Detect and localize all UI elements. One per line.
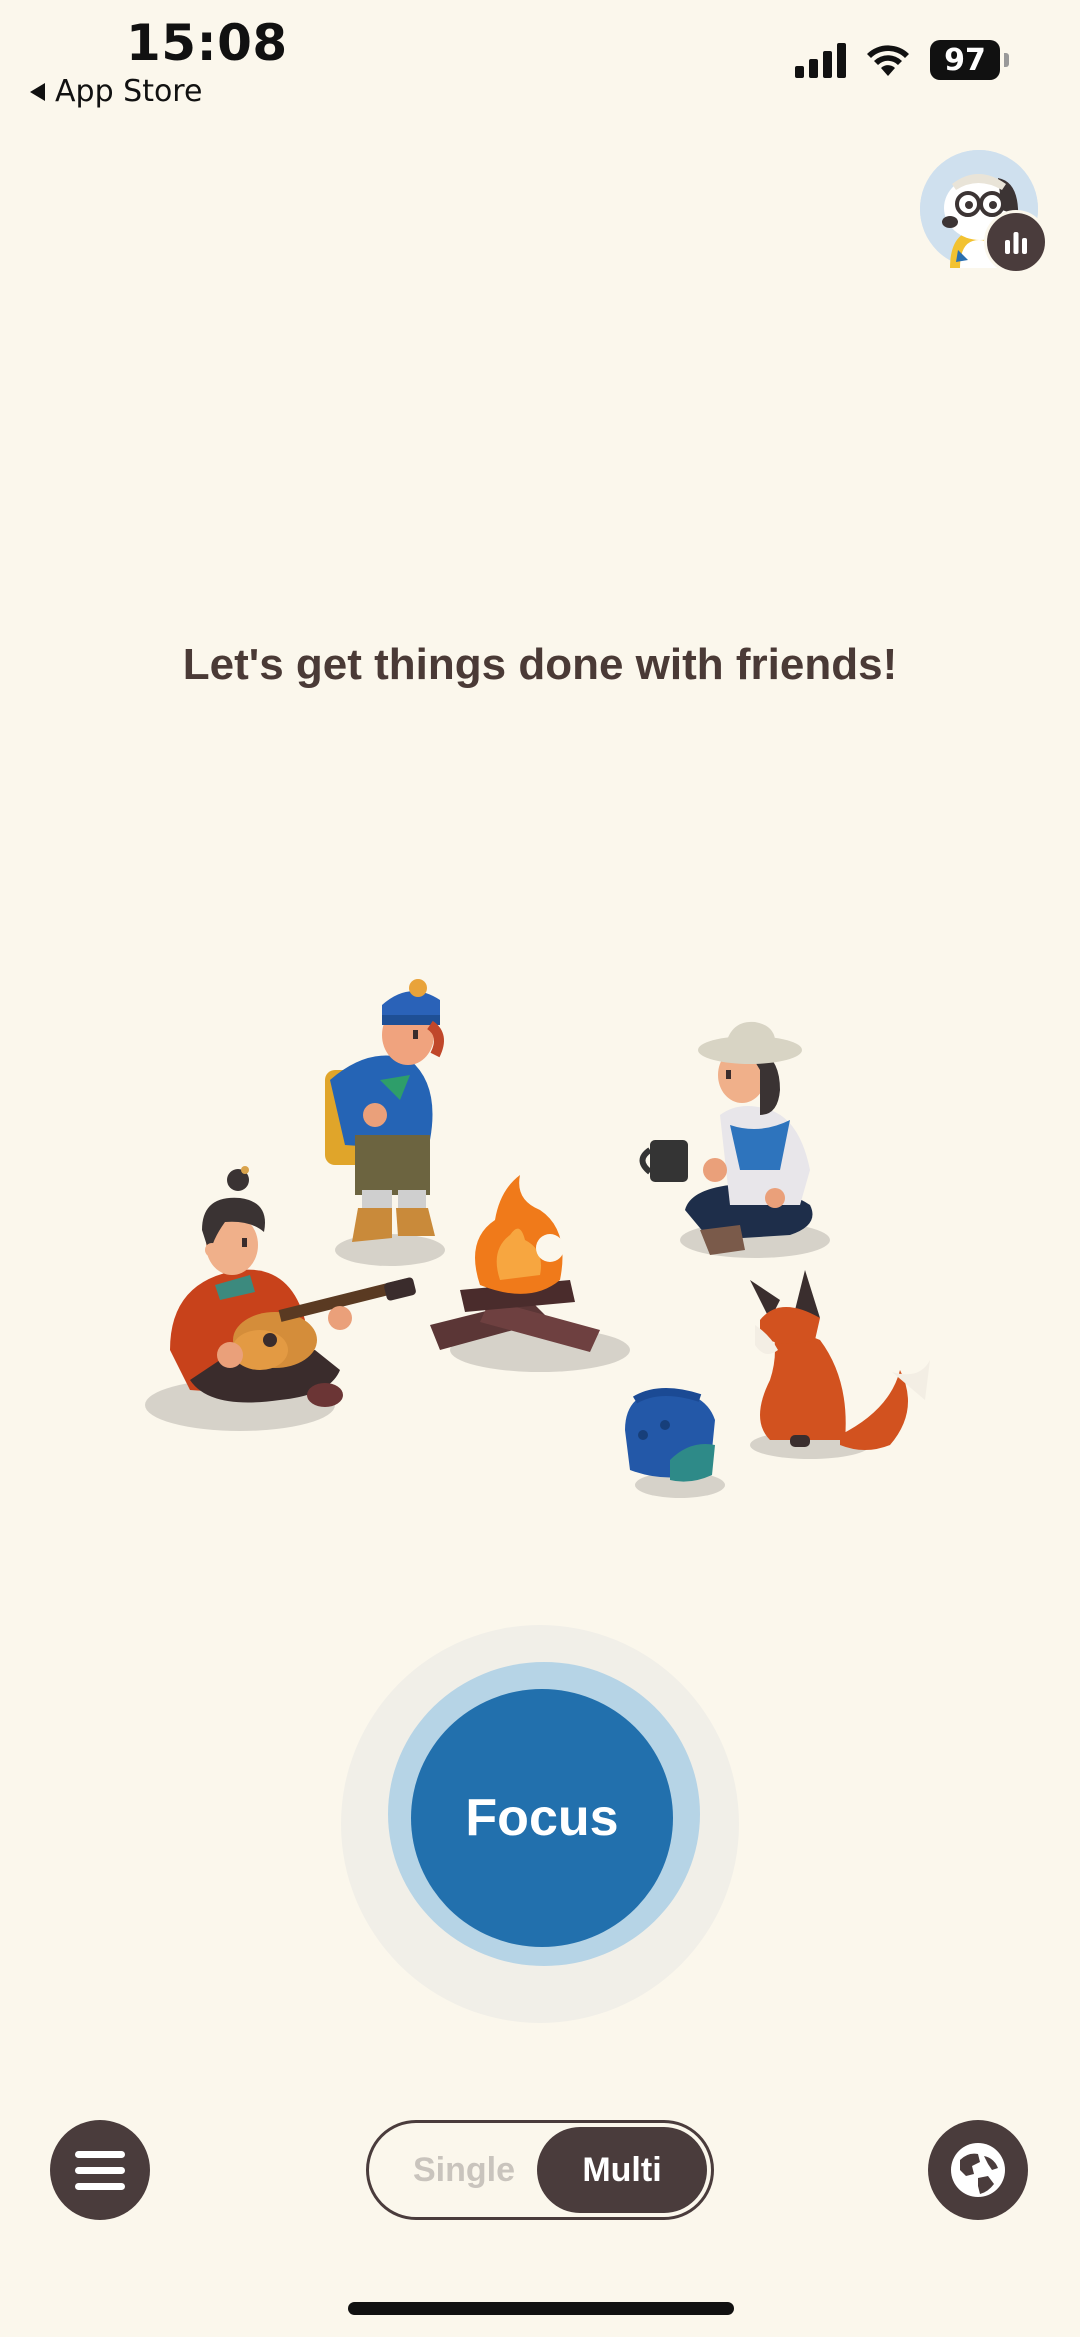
hamburger-line [75,2182,125,2190]
multi-mode-option[interactable]: Multi [537,2127,707,2213]
cellular-signal-icon [795,42,846,78]
mode-toggle: Single Multi [366,2120,714,2220]
status-time: 15:08 [126,14,288,72]
back-link-label: App Store [55,74,203,109]
hamburger-line [75,2166,125,2174]
menu-button[interactable] [50,2120,150,2220]
battery-level: 97 [944,42,986,78]
stats-button[interactable] [984,210,1048,274]
world-button[interactable] [928,2120,1028,2220]
bar-chart-icon [1005,232,1027,254]
status-icons: 97 [795,40,1009,80]
campfire-friends-illustration [145,979,930,1498]
battery-icon: 97 [930,40,1009,80]
wifi-icon [867,45,909,76]
focus-button[interactable]: Focus [411,1689,673,1947]
back-to-app-store-link[interactable]: App Store [30,74,202,109]
hamburger-menu-icon [75,2150,125,2158]
page-headline: Let's get things done with friends! [182,640,898,689]
fox-character [750,1270,930,1450]
camper-with-mug-character [639,1021,813,1255]
globe-icon [951,2143,1005,2197]
back-arrow-icon [30,82,45,101]
backpack [625,1387,715,1482]
campfire [430,1175,600,1352]
home-indicator [348,2302,734,2315]
app-screen: 15:08 App Store 97 Let's get things done… [0,0,1080,2337]
single-mode-option[interactable]: Single [389,2123,539,2217]
hiker-character [325,979,444,1242]
